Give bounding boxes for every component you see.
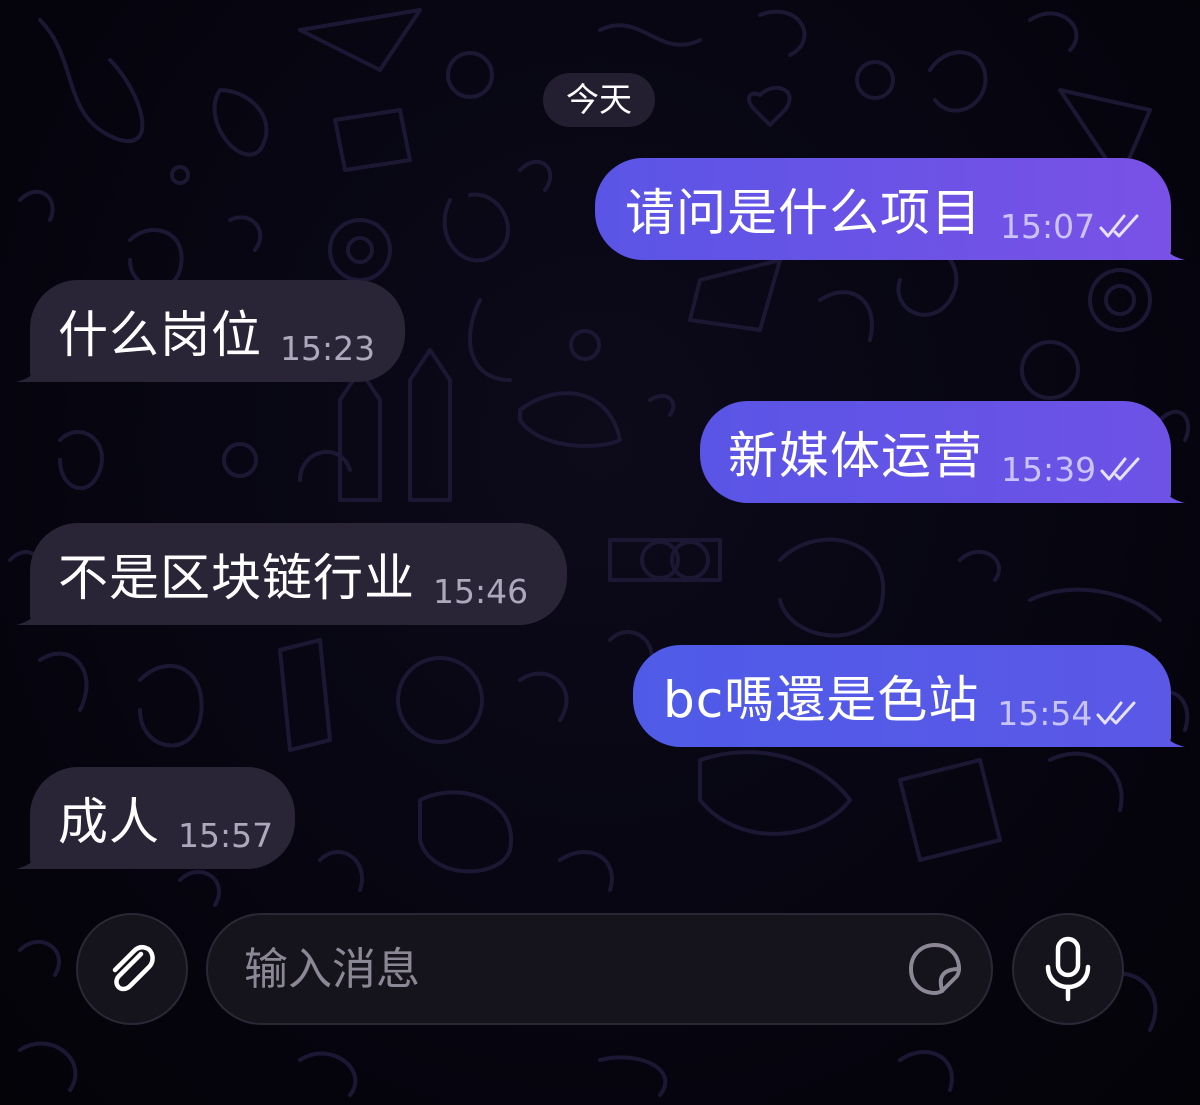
paperclip-icon [112, 944, 155, 992]
message-meta: 15:07 [1000, 207, 1143, 246]
message-text: 新媒体运营 [728, 427, 983, 485]
message-bubble-outgoing[interactable]: 请问是什么项目 15:07 [595, 158, 1185, 260]
message-meta: 15:23 [280, 329, 375, 368]
message-text: 请问是什么项目 [625, 184, 982, 242]
message-text: 不是区块链行业 [58, 549, 415, 607]
sticker-button[interactable] [905, 939, 965, 999]
message-bubble-incoming[interactable]: 什么岗位 15:23 [16, 280, 405, 382]
message-text: 什么岗位 [58, 306, 262, 364]
message-text: 成人 [58, 793, 160, 851]
bubble-tail [1159, 234, 1185, 260]
message-input[interactable] [242, 942, 905, 996]
bubble-tail [16, 356, 42, 382]
message-time: 15:39 [1001, 449, 1097, 489]
message-bubble-outgoing[interactable]: 新媒体运营 15:39 [700, 401, 1185, 503]
bubble-tail [1159, 477, 1185, 503]
message-time: 15:07 [1000, 206, 1096, 246]
bubble-tail [1159, 721, 1185, 747]
message-time: 15:57 [178, 815, 274, 855]
date-separator: 今天 [543, 73, 655, 127]
bubble-tail [16, 843, 42, 869]
message-text: bc嗎還是色站 [663, 671, 980, 729]
message-time: 15:54 [997, 693, 1093, 733]
attach-button[interactable] [76, 913, 188, 1025]
voice-message-button[interactable] [1012, 913, 1124, 1025]
sticker-icon [909, 943, 961, 995]
message-meta: 15:39 [1001, 450, 1144, 489]
chat-screen: 今天 请问是什么项目 15:07 什么岗位 15:23 新媒体运营 15:39 [0, 0, 1200, 1105]
message-composer [0, 905, 1200, 1045]
message-meta: 15:46 [433, 572, 528, 611]
microphone-icon [1045, 936, 1091, 1002]
message-bubble-incoming[interactable]: 不是区块链行业 15:46 [16, 523, 567, 625]
message-input-container[interactable] [206, 913, 993, 1025]
message-meta: 15:54 [997, 694, 1140, 733]
double-check-icon [1100, 457, 1140, 481]
message-bubble-outgoing[interactable]: bc嗎還是色站 15:54 [633, 645, 1185, 747]
message-time: 15:46 [433, 571, 529, 611]
message-time: 15:23 [280, 328, 376, 368]
message-bubble-incoming[interactable]: 成人 15:57 [16, 767, 295, 869]
bubble-tail [16, 599, 42, 625]
double-check-icon [1096, 701, 1136, 725]
double-check-icon [1099, 214, 1139, 238]
message-meta: 15:57 [178, 816, 273, 855]
